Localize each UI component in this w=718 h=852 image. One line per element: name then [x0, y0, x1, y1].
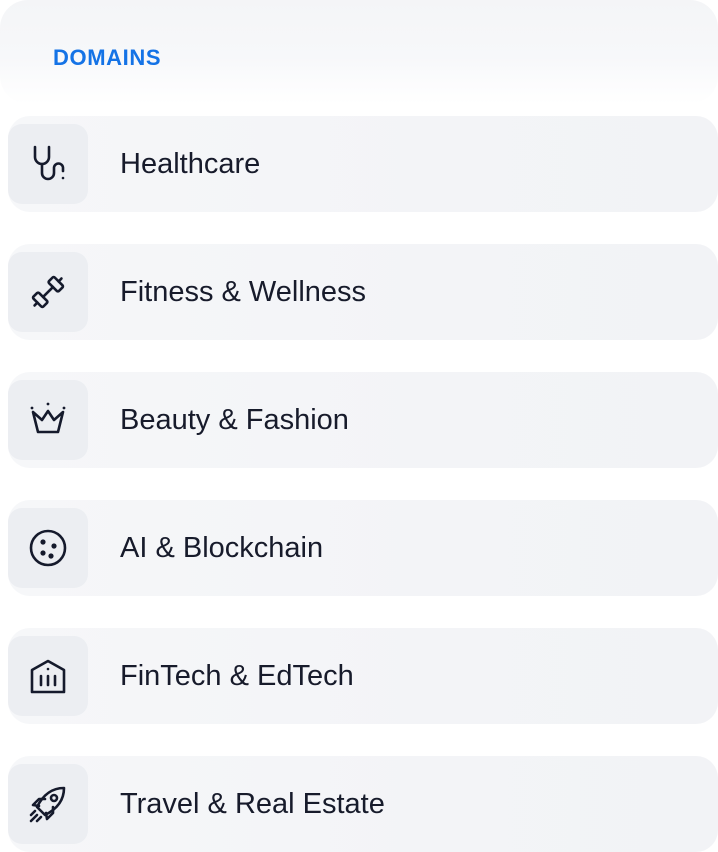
domains-header: DOMAINS — [0, 0, 718, 104]
domain-item-travel-real-estate[interactable]: Travel & Real Estate — [8, 756, 718, 852]
circle-dots-icon — [8, 508, 88, 588]
bank-icon — [8, 636, 88, 716]
crown-icon — [8, 380, 88, 460]
domain-label: Beauty & Fashion — [120, 404, 349, 436]
domain-item-fitness-wellness[interactable]: Fitness & Wellness — [8, 244, 718, 340]
dumbbell-icon — [8, 252, 88, 332]
domain-label: AI & Blockchain — [120, 532, 324, 564]
domain-label: Travel & Real Estate — [120, 788, 385, 820]
rocket-icon — [8, 764, 88, 844]
domain-item-ai-blockchain[interactable]: AI & Blockchain — [8, 500, 718, 596]
domain-item-beauty-fashion[interactable]: Beauty & Fashion — [8, 372, 718, 468]
domain-label: Healthcare — [120, 148, 261, 180]
domain-label: Fitness & Wellness — [120, 276, 367, 308]
stethoscope-icon — [8, 124, 88, 204]
domain-list: Healthcare Fitness & Wellness Beauty & F… — [8, 116, 718, 852]
domain-label: FinTech & EdTech — [120, 660, 354, 692]
domain-item-healthcare[interactable]: Healthcare — [8, 116, 718, 212]
page-title: DOMAINS — [53, 45, 162, 70]
domain-item-fintech-edtech[interactable]: FinTech & EdTech — [8, 628, 718, 724]
